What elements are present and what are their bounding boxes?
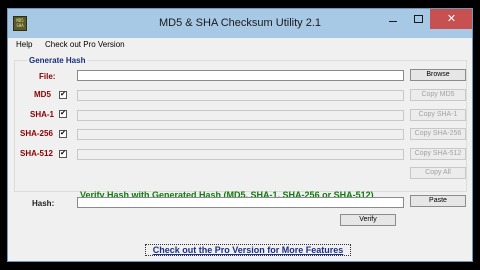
minimize-icon [389,20,397,22]
file-path-input[interactable] [78,71,403,80]
copy-sha256-button[interactable]: Copy SHA-256 [410,128,466,140]
file-label: File: [39,72,56,81]
pro-version-link[interactable]: Check out the Pro Version for More Featu… [145,244,351,256]
hash-label: Hash: [32,199,55,208]
menu-pro-version[interactable]: Check out Pro Version [45,40,125,49]
sha1-checkbox[interactable]: ✔ [59,110,67,118]
hash-field[interactable] [77,197,404,208]
generate-hash-title: Generate Hash [27,56,88,65]
checkmark-icon: ✔ [60,130,66,137]
maximize-icon [413,15,423,24]
sha256-checkbox[interactable]: ✔ [59,130,67,138]
sha256-output-field [77,129,404,140]
hash-input[interactable] [78,198,403,207]
minimize-button[interactable] [380,9,406,29]
sha1-label: SHA-1 [30,110,55,119]
checkmark-icon: ✔ [60,110,66,117]
sha512-label: SHA-512 [20,149,53,158]
copy-sha1-button[interactable]: Copy SHA-1 [410,109,466,121]
checkmark-icon: ✔ [60,91,66,98]
verify-button[interactable]: Verify [340,214,396,226]
md5-checkbox[interactable]: ✔ [59,91,67,99]
file-path-field[interactable] [77,70,404,81]
menu-help[interactable]: Help [16,40,32,49]
close-icon: ✕ [446,13,457,25]
sha512-output-field [77,149,404,160]
maximize-button[interactable] [406,9,430,29]
app-window: MD5 SHA MD5 & SHA Checksum Utility 2.1 ✕… [7,8,473,262]
menu-bar: Help Check out Pro Version [8,38,472,51]
sha256-label: SHA-256 [20,129,53,138]
sha1-output-field [77,110,404,121]
title-bar[interactable]: MD5 SHA MD5 & SHA Checksum Utility 2.1 ✕ [8,9,472,38]
close-button[interactable]: ✕ [430,9,472,29]
md5-output-field [77,90,404,101]
copy-sha512-button[interactable]: Copy SHA-512 [410,148,466,160]
browse-button[interactable]: Browse [410,69,466,81]
paste-button[interactable]: Paste [410,195,466,207]
md5-label: MD5 [34,90,51,99]
copy-all-button[interactable]: Copy All [410,167,466,179]
sha512-checkbox[interactable]: ✔ [59,150,67,158]
checkmark-icon: ✔ [60,150,66,157]
copy-md5-button[interactable]: Copy MD5 [410,89,466,101]
